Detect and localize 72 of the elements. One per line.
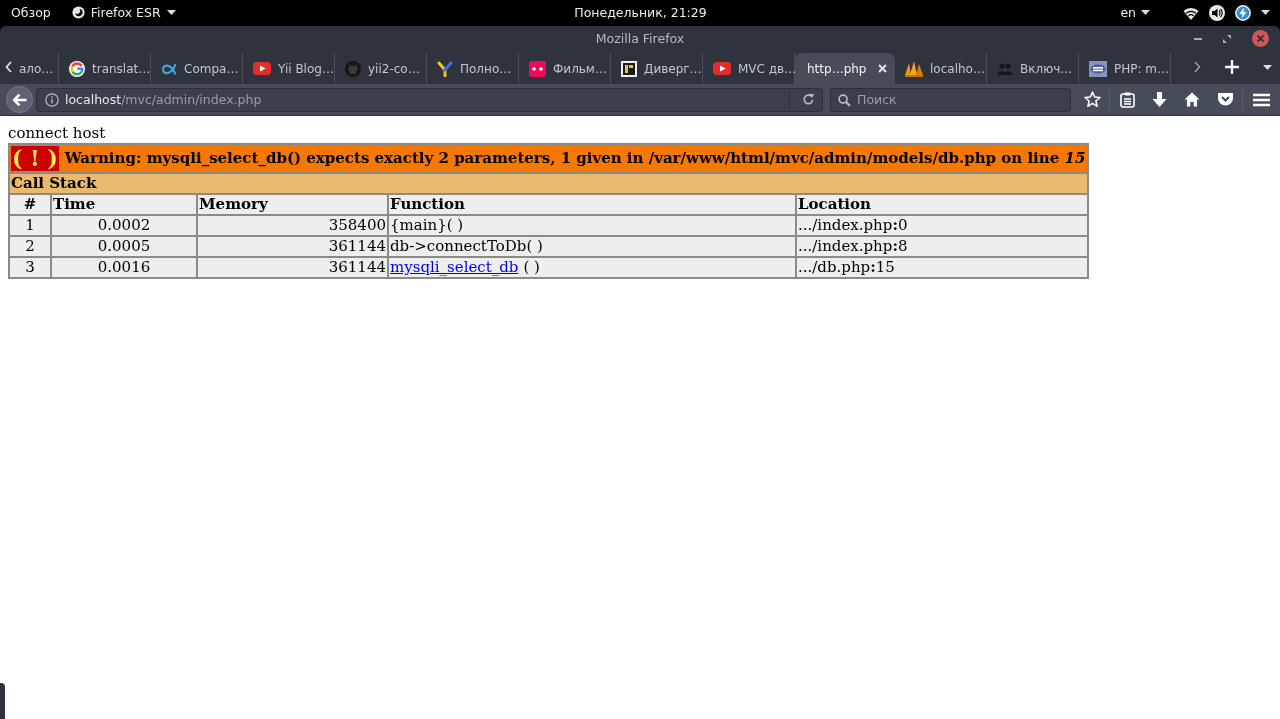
alpha-icon — [161, 61, 177, 76]
table-cell: 361144 — [197, 257, 388, 278]
crescent-icon — [71, 6, 85, 19]
table-cell: 358400 — [197, 215, 388, 236]
keyboard-layout-button[interactable]: en — [1120, 5, 1150, 20]
table-cell: .../index.php:0 — [796, 215, 1088, 236]
caret-icon — [166, 10, 176, 15]
column-header: Location — [796, 194, 1088, 215]
back-button[interactable] — [6, 86, 33, 113]
volume-icon — [1209, 4, 1225, 21]
page-text: connect host — [8, 124, 107, 143]
table-cell: 0.0016 — [51, 257, 197, 278]
close-icon[interactable] — [1252, 30, 1269, 47]
call-args: ( ) — [523, 258, 540, 276]
play-icon — [253, 62, 271, 75]
system-menu-button[interactable] — [1183, 4, 1270, 21]
table-cell: {main}( ) — [388, 215, 796, 236]
sailboat-icon — [905, 60, 923, 77]
clipboard-icon[interactable] — [1120, 91, 1135, 108]
column-header: # — [9, 194, 51, 215]
download-icon[interactable] — [1152, 91, 1167, 108]
caret-icon — [1261, 10, 1270, 15]
close-icon[interactable] — [878, 64, 887, 73]
table-cell: 0.0005 — [51, 236, 197, 257]
dock-edge — [0, 683, 5, 719]
table-cell: .../index.php:8 — [796, 236, 1088, 257]
letter-g-icon — [69, 60, 85, 77]
table-cell: 3 — [9, 257, 51, 278]
activities-button[interactable]: Обзор — [11, 5, 51, 20]
plus-icon[interactable] — [1225, 60, 1239, 74]
table-cell: 0.0002 — [51, 215, 197, 236]
caret-icon — [1141, 10, 1150, 15]
people-icon — [997, 62, 1013, 75]
y-mark-icon — [437, 60, 453, 77]
warning-sign: ( ! ) — [11, 146, 59, 171]
power-icon — [1235, 4, 1251, 21]
window-title: Mozilla Firefox — [595, 30, 685, 46]
reload-icon[interactable] — [802, 93, 815, 106]
oval-logo-icon — [1089, 60, 1107, 77]
square-logo-icon — [621, 60, 637, 77]
chevron-shield-icon[interactable] — [1217, 92, 1234, 107]
menu-icon[interactable] — [1253, 92, 1270, 107]
function-link[interactable]: mysqli_select_db — [390, 258, 519, 276]
arrow-left-icon — [12, 93, 27, 106]
column-header: Time — [51, 194, 197, 215]
table-cell: 1 — [9, 215, 51, 236]
section-header: Call Stack — [9, 173, 1088, 194]
table-cell: 2 — [9, 236, 51, 257]
address-field[interactable]: localhost/mvc/admin/index.php — [36, 87, 823, 112]
app-menu-button[interactable]: Firefox ESR — [71, 5, 176, 20]
search-field[interactable]: Поиск — [830, 87, 1071, 112]
home-icon[interactable] — [1184, 92, 1200, 107]
wifi-icon — [1183, 5, 1199, 20]
clock-button[interactable]: Понедельник, 21:29 — [574, 5, 707, 20]
play-icon — [713, 62, 731, 75]
chevron-left-icon[interactable] — [5, 61, 12, 73]
table-cell: db->connectToDb( ) — [388, 236, 796, 257]
column-header: Function — [388, 194, 796, 215]
search-icon — [838, 93, 851, 107]
star-icon[interactable] — [1084, 91, 1101, 108]
chevron-right-icon[interactable] — [1194, 61, 1201, 73]
table-cell: .../db.php:15 — [796, 257, 1088, 278]
minimize-icon[interactable] — [1194, 37, 1202, 40]
tab[interactable]: http…php — [795, 53, 895, 84]
table-cell: 361144 — [197, 236, 388, 257]
restore-icon[interactable] — [1223, 34, 1231, 43]
column-header: Memory — [197, 194, 388, 215]
warning-message: Warning: mysqli_select_db() expects exactly 2 parameters, 1 given in /var/www/html/mvc/admin/models/db.php on line 15 — [64, 149, 1086, 167]
caret-icon[interactable] — [1263, 64, 1272, 70]
cat-icon — [345, 60, 361, 77]
info-icon[interactable] — [45, 92, 59, 107]
square-logo-icon — [529, 60, 546, 77]
